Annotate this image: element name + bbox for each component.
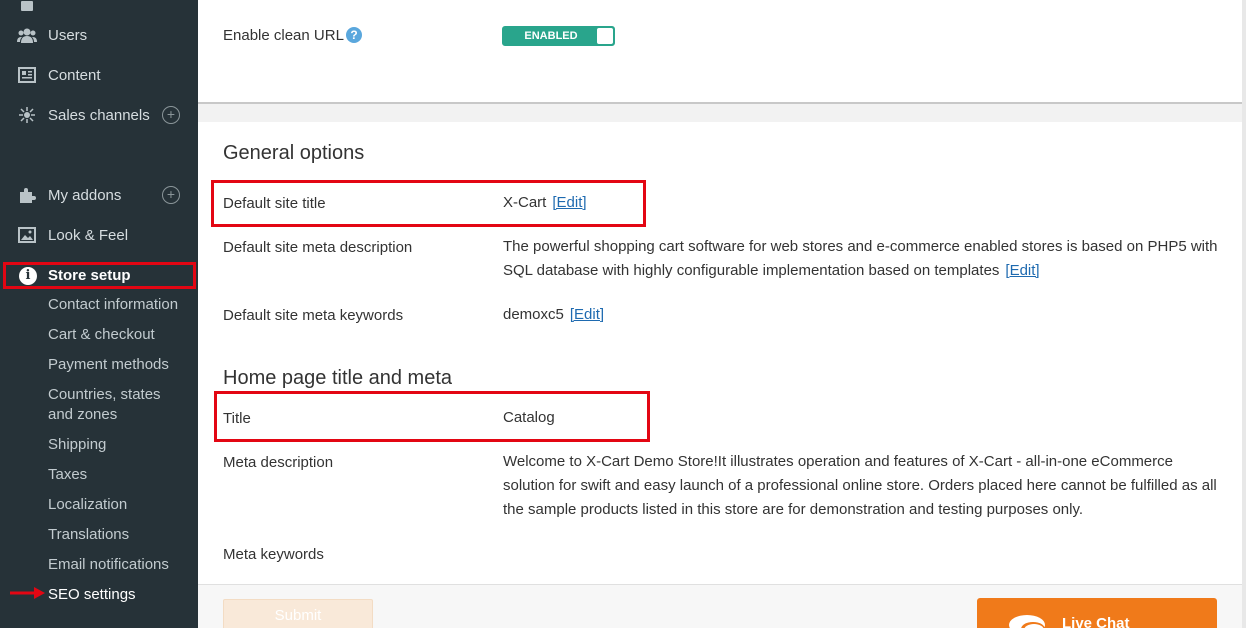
home-page-heading: Home page title and meta — [223, 367, 453, 389]
clean-url-toggle[interactable]: ENABLED — [502, 26, 615, 46]
add-sales-channel-icon[interactable]: + — [162, 106, 180, 124]
sidebar: Users Content Sales channels + My addons… — [0, 0, 198, 628]
sidebar-item-label: Look & Feel — [48, 226, 129, 244]
puzzle-icon — [17, 185, 37, 205]
sidebar-subitem-shipping[interactable]: Shipping — [48, 435, 106, 455]
general-options-heading: General options — [223, 142, 365, 164]
highlight-box-home-title — [214, 391, 650, 442]
image-icon — [17, 225, 37, 245]
site-title-text: X-Cart — [503, 194, 547, 211]
sidebar-subitem-countries-zones[interactable]: and zones — [48, 405, 117, 425]
red-arrow-icon — [10, 587, 45, 599]
home-title-label: Title — [223, 410, 251, 427]
edit-site-title-link[interactable]: [Edit] — [552, 194, 586, 211]
sidebar-subitem-localization[interactable]: Localization — [48, 495, 127, 515]
home-meta-description-value: Welcome to X-Cart Demo Store!It illustra… — [503, 453, 1217, 518]
sidebar-item-my-addons[interactable]: My addons + — [0, 180, 198, 210]
chat-bubble-icon — [1009, 615, 1045, 628]
default-site-title-label: Default site title — [223, 195, 326, 212]
sidebar-item-partial[interactable] — [0, 0, 198, 22]
edit-meta-description-link[interactable]: [Edit] — [1005, 262, 1039, 279]
sidebar-subitem-email-notifications[interactable]: Email notifications — [48, 555, 169, 575]
sidebar-subitem-taxes[interactable]: Taxes — [48, 465, 87, 485]
edit-meta-keywords-link[interactable]: [Edit] — [570, 306, 604, 323]
sidebar-subitem-seo-settings[interactable]: SEO settings — [48, 585, 136, 605]
default-meta-keywords-value: demoxc5 [Edit] — [503, 303, 604, 327]
sidebar-item-label: Sales channels — [48, 106, 150, 124]
store-icon — [17, 0, 37, 17]
sidebar-subitem-cart-checkout[interactable]: Cart & checkout — [48, 325, 155, 345]
home-title-value: Catalog — [503, 409, 555, 426]
default-meta-description-label: Default site meta description — [223, 239, 413, 256]
seo-settings-form: General options Default site title X-Car… — [198, 122, 1242, 584]
section-separator — [198, 104, 1242, 122]
sidebar-item-label: My addons — [48, 186, 122, 204]
help-icon[interactable]: ? — [346, 27, 362, 43]
default-meta-keywords-label: Default site meta keywords — [223, 307, 404, 324]
live-chat-label: Live Chat — [1062, 615, 1130, 628]
clean-url-label: Enable clean URL — [223, 27, 344, 44]
sidebar-subitem-translations[interactable]: Translations — [48, 525, 129, 545]
sidebar-subitem-payment-methods[interactable]: Payment methods — [48, 355, 169, 375]
add-addon-icon[interactable]: + — [162, 186, 180, 204]
scrollbar[interactable] — [1242, 0, 1246, 628]
meta-description-text: The powerful shopping cart software for … — [503, 238, 1218, 279]
live-chat-button[interactable]: Live Chat — [977, 598, 1217, 628]
default-meta-description-value: The powerful shopping cart software for … — [503, 235, 1228, 283]
sidebar-subitem-countries-states[interactable]: Countries, states — [48, 385, 161, 405]
sidebar-item-content[interactable]: Content — [0, 60, 198, 90]
home-meta-description-label: Meta description — [223, 454, 334, 471]
sidebar-item-label: Content — [48, 66, 101, 84]
info-icon: i — [19, 266, 37, 285]
sidebar-item-look-feel[interactable]: Look & Feel — [0, 220, 198, 250]
users-icon — [17, 25, 37, 45]
home-meta-keywords-label: Meta keywords — [223, 546, 324, 563]
sidebar-item-sales-channels[interactable]: Sales channels + — [0, 100, 198, 130]
submit-button[interactable]: Submit — [223, 599, 373, 628]
main-content: Enable clean URL ? ENABLED General optio… — [198, 0, 1246, 628]
meta-keywords-text: demoxc5 — [503, 306, 564, 323]
sidebar-subitem-contact-information[interactable]: Contact information — [48, 295, 178, 315]
sidebar-item-label: Users — [48, 26, 88, 44]
toggle-state-label: ENABLED — [524, 30, 578, 42]
content-icon — [17, 65, 37, 85]
clean-url-panel: Enable clean URL ? ENABLED — [198, 0, 1242, 104]
sidebar-item-users[interactable]: Users — [0, 20, 198, 50]
form-footer: Submit Live Chat — [198, 584, 1242, 628]
sales-channels-icon — [17, 105, 37, 125]
toggle-knob — [597, 28, 613, 44]
default-site-title-value: X-Cart [Edit] — [503, 191, 587, 215]
sidebar-item-store-setup[interactable]: i Store setup — [3, 262, 196, 289]
sidebar-item-label: Store setup — [48, 267, 131, 284]
